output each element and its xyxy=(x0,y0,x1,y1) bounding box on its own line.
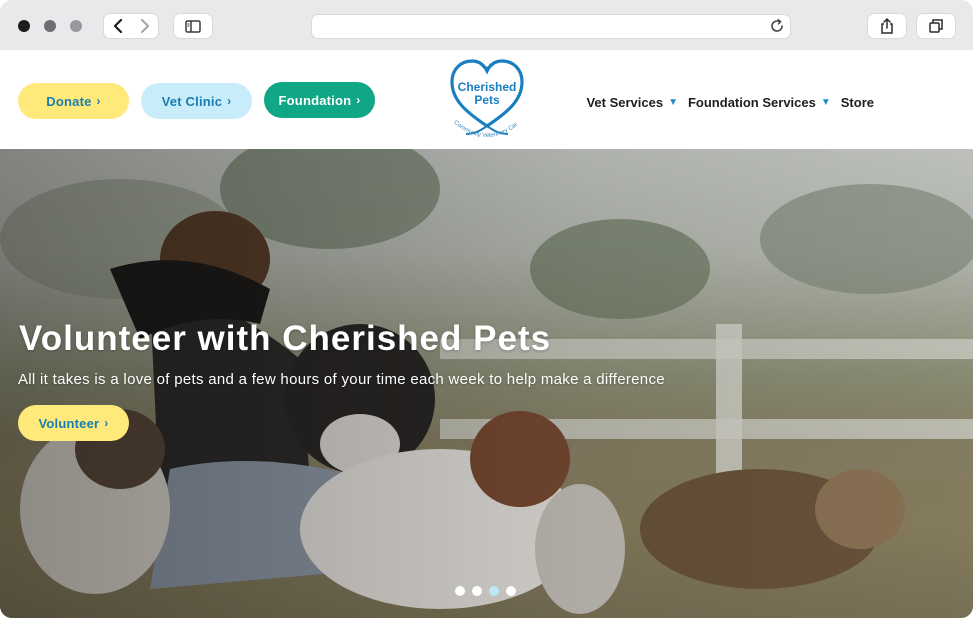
chevron-right-icon: › xyxy=(96,94,101,108)
chevron-right-icon: › xyxy=(227,94,232,108)
chevron-down-icon: ▼ xyxy=(668,97,678,108)
volunteer-label: Volunteer xyxy=(38,415,100,431)
nav-foundation-services-label: Foundation Services xyxy=(687,95,816,110)
share-button[interactable] xyxy=(868,14,906,38)
site-logo[interactable]: Community Veterinary Care Cherished Pets xyxy=(446,54,528,142)
logo-text-cherished: Cherished xyxy=(457,80,517,94)
close-window-button[interactable] xyxy=(18,20,30,32)
minimize-window-button[interactable] xyxy=(44,20,56,32)
share-icon xyxy=(881,18,893,34)
donate-button[interactable]: Donate › xyxy=(18,83,129,119)
tabs-icon xyxy=(929,19,943,33)
browser-toolbar xyxy=(0,0,973,51)
back-chevron-icon xyxy=(113,19,122,33)
nav-store-label: Store xyxy=(840,95,874,110)
nav-store[interactable]: Store xyxy=(841,95,874,110)
nav-vet-services[interactable]: Vet Services ▼ xyxy=(586,95,678,110)
site-header: Donate › Vet Clinic › Foundation › Commu… xyxy=(0,50,973,149)
forward-button[interactable] xyxy=(131,14,158,38)
volunteer-button[interactable]: Volunteer › xyxy=(18,405,129,441)
carousel-dot[interactable] xyxy=(455,586,465,596)
donate-label: Donate xyxy=(46,93,92,109)
zoom-window-button[interactable] xyxy=(70,20,82,32)
chevron-right-icon: › xyxy=(356,93,361,107)
nav-vet-services-label: Vet Services xyxy=(586,95,664,110)
carousel-dot[interactable] xyxy=(472,586,482,596)
hero-banner: Volunteer with Cherished Pets All it tak… xyxy=(0,149,973,618)
foundation-button[interactable]: Foundation › xyxy=(264,82,375,118)
carousel-dot[interactable] xyxy=(506,586,516,596)
forward-chevron-icon xyxy=(140,19,149,33)
address-bar[interactable] xyxy=(312,15,790,38)
hero-subtitle: All it takes is a love of pets and a few… xyxy=(18,371,665,388)
foundation-label: Foundation xyxy=(278,92,352,108)
carousel-dot-active[interactable] xyxy=(489,586,499,596)
vet-clinic-label: Vet Clinic xyxy=(161,93,223,109)
browser-window: Donate › Vet Clinic › Foundation › Commu… xyxy=(0,0,973,618)
chevron-down-icon: ▼ xyxy=(820,97,831,108)
vet-clinic-button[interactable]: Vet Clinic › xyxy=(141,83,252,119)
history-nav xyxy=(104,14,158,38)
chevron-right-icon: › xyxy=(104,416,109,430)
sidebar-icon xyxy=(185,19,201,33)
logo-text-pets: Pets xyxy=(474,93,500,107)
reload-icon[interactable] xyxy=(769,18,785,34)
carousel-pagination xyxy=(455,586,523,596)
back-button[interactable] xyxy=(104,14,131,38)
tab-overview-button[interactable] xyxy=(917,14,955,38)
nav-foundation-services[interactable]: Foundation Services ▼ xyxy=(688,95,831,110)
hero-title: Volunteer with Cherished Pets xyxy=(19,319,552,358)
main-navigation: Vet Services ▼ Foundation Services ▼ Sto… xyxy=(576,95,874,110)
sidebar-toggle-button[interactable] xyxy=(174,14,212,38)
